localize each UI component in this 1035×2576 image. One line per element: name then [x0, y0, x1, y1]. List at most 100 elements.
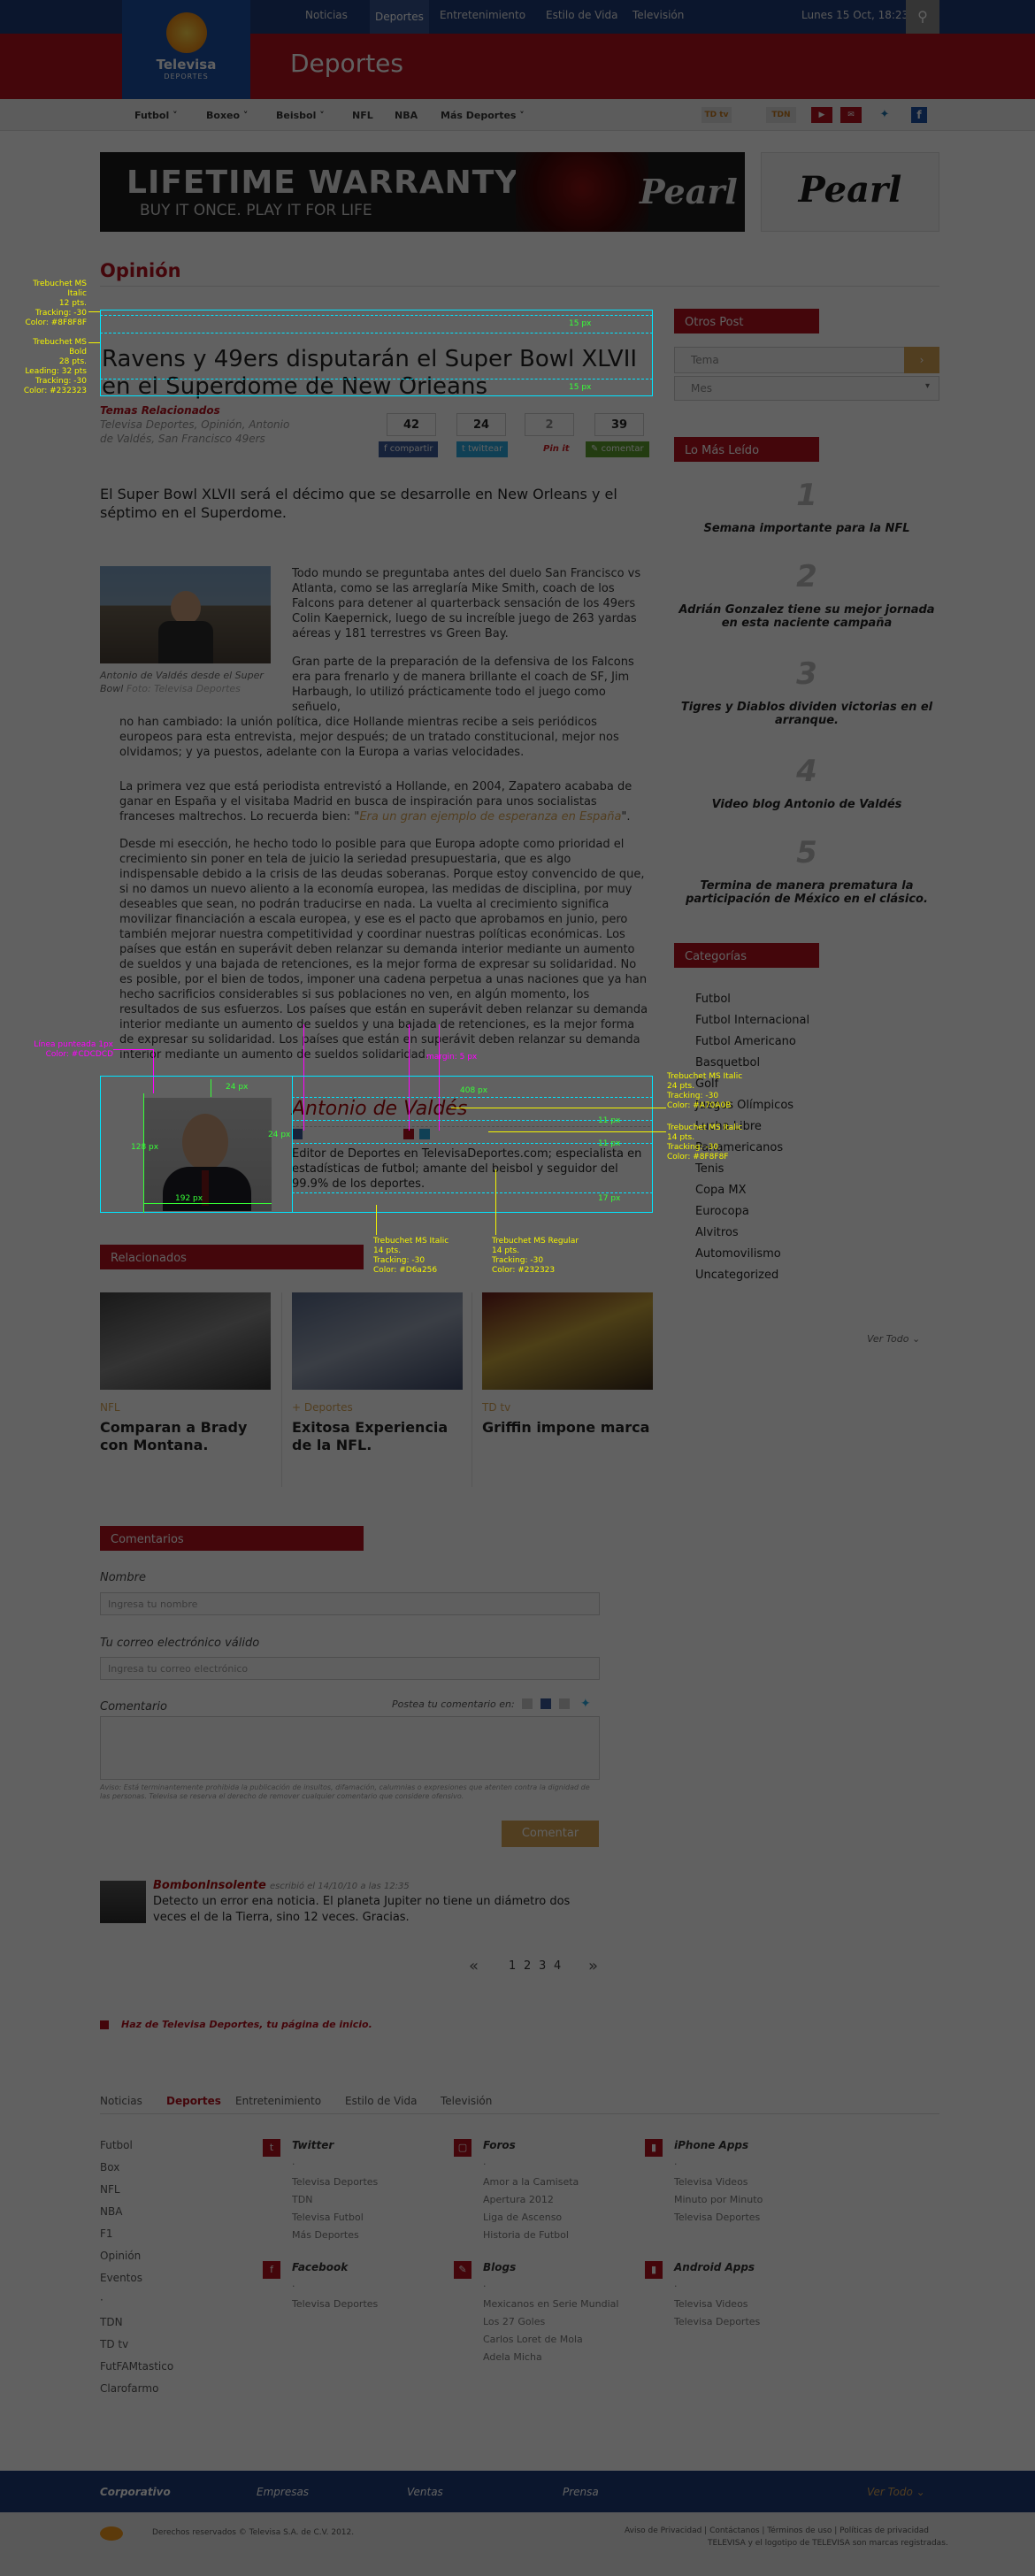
rank-item-5[interactable]: 5 Termina de manera prematura la particip…: [674, 835, 939, 906]
footer-left-link[interactable]: TD tv: [100, 2338, 128, 2350]
footer-left-link[interactable]: Futbol: [100, 2139, 133, 2151]
ver-todo-link[interactable]: Ver Todo ⌄: [867, 1333, 920, 1345]
comment-button[interactable]: ✎ comentar: [586, 441, 649, 457]
footer-nav-noticias[interactable]: Noticias: [100, 2095, 142, 2107]
footer-facebook-link[interactable]: ·: [292, 2281, 295, 2292]
footer-ver-todo[interactable]: Ver Todo ⌄: [867, 2486, 925, 2498]
mail-icon[interactable]: ✉: [840, 107, 862, 123]
tdtv-icon[interactable]: TD tv: [702, 107, 732, 123]
submit-comment-button[interactable]: Comentar: [502, 1821, 599, 1847]
comment-textarea[interactable]: [100, 1716, 600, 1780]
footer-foros-link[interactable]: Apertura 2012: [483, 2194, 554, 2205]
footer-iphone-link[interactable]: ·: [674, 2158, 678, 2170]
pin-it-button[interactable]: Pin it: [538, 441, 575, 457]
related-image-2[interactable]: [292, 1292, 463, 1390]
category-link[interactable]: Futbol: [695, 993, 731, 1006]
search-icon[interactable]: ⚲: [906, 0, 939, 34]
footer-nav-television[interactable]: Televisión: [441, 2095, 492, 2107]
pagination-next[interactable]: »: [588, 1957, 598, 1975]
go-arrow-icon[interactable]: ›: [904, 347, 939, 373]
topnav-estilo[interactable]: Estilo de Vida: [546, 9, 617, 21]
related-title-3[interactable]: Griffin impone marca: [482, 1419, 650, 1437]
pagination-3[interactable]: 3: [539, 1959, 546, 1973]
footer-foros-link[interactable]: Liga de Ascenso: [483, 2212, 562, 2223]
ad-banner[interactable]: LIFETIME WARRANTY BUY IT ONCE. PLAY IT F…: [100, 152, 745, 232]
footer-iphone-link[interactable]: Minuto por Minuto: [674, 2194, 763, 2205]
footer-nav-deportes[interactable]: Deportes: [166, 2095, 221, 2107]
related-image-3[interactable]: [482, 1292, 653, 1390]
footer-iphone-link[interactable]: Televisa Videos: [674, 2176, 748, 2188]
footer-blogs-link[interactable]: Adela Micha: [483, 2351, 542, 2363]
footer-nav-entretenimiento[interactable]: Entretenimiento: [235, 2095, 321, 2107]
footer-twitter-link[interactable]: Más Deportes: [292, 2229, 359, 2241]
footer-android-link[interactable]: ·: [674, 2281, 678, 2292]
category-link[interactable]: Automovilismo: [695, 1247, 781, 1261]
category-link[interactable]: Eurocopa: [695, 1205, 749, 1218]
footer-left-link[interactable]: Box: [100, 2161, 119, 2174]
pagination-1[interactable]: 1: [509, 1959, 516, 1973]
footer-left-link[interactable]: Clarofarmo: [100, 2382, 158, 2395]
footer-facebook-link[interactable]: Televisa Deportes: [292, 2298, 378, 2310]
pagination-prev[interactable]: «: [469, 1957, 479, 1975]
footer-left-link[interactable]: ·: [100, 2294, 104, 2306]
subnav-beisbol[interactable]: Beisbol ˅: [276, 110, 325, 121]
footer-foros-link[interactable]: Historia de Futbol: [483, 2229, 569, 2241]
rank-item-1[interactable]: 1 Semana importante para la NFL: [674, 478, 939, 535]
footer-twitter-link[interactable]: ·: [292, 2158, 295, 2170]
related-title-1[interactable]: Comparan a Brady con Montana.: [100, 1419, 268, 1454]
legal-links[interactable]: Aviso de Privacidad | Contáctanos | Térm…: [625, 2526, 929, 2535]
footer-blogs-link[interactable]: Mexicanos en Serie Mundial: [483, 2298, 618, 2310]
related-title-2[interactable]: Exitosa Experiencia de la NFL.: [292, 1419, 460, 1454]
footer-left-link[interactable]: Opinión: [100, 2250, 141, 2262]
footer-left-link[interactable]: FutFAMtastico: [100, 2360, 173, 2373]
tdn-icon[interactable]: TDN: [766, 107, 796, 123]
footer-nav-estilo[interactable]: Estilo de Vida: [345, 2095, 417, 2107]
footer-twitter-link[interactable]: TDN: [292, 2194, 312, 2205]
footer-empresas[interactable]: Empresas: [257, 2486, 309, 2498]
topnav-television[interactable]: Televisión: [632, 9, 684, 21]
facebook-icon[interactable]: [540, 1698, 551, 1709]
topnav-deportes[interactable]: Deportes: [370, 0, 429, 34]
footer-twitter-link[interactable]: Televisa Futbol: [292, 2212, 364, 2223]
footer-prensa[interactable]: Prensa: [563, 2486, 599, 2498]
subnav-nfl[interactable]: NFL: [352, 110, 373, 121]
facebook-icon[interactable]: f: [911, 107, 927, 123]
category-link[interactable]: Futbol Americano: [695, 1035, 796, 1048]
footer-twitter-link[interactable]: Televisa Deportes: [292, 2176, 378, 2188]
category-link[interactable]: Copa MX: [695, 1184, 747, 1197]
footer-android-link[interactable]: Televisa Videos: [674, 2298, 748, 2310]
inline-link[interactable]: Era un gran ejemplo de esperanza en Espa…: [359, 810, 621, 824]
related-image-1[interactable]: [100, 1292, 271, 1390]
ad-side[interactable]: Pearl: [761, 152, 939, 232]
category-link[interactable]: Futbol Internacional: [695, 1014, 809, 1027]
televisa-logo[interactable]: Televisa DEPORTES: [122, 0, 250, 99]
footer-left-link[interactable]: Eventos: [100, 2272, 142, 2284]
subnav-nba[interactable]: NBA: [395, 110, 418, 121]
related-cat-1[interactable]: NFL: [100, 1401, 120, 1414]
tema-select[interactable]: Tema: [674, 347, 939, 373]
mes-select[interactable]: Mes: [674, 376, 939, 401]
generic-social-icon[interactable]: [559, 1698, 570, 1709]
twitter-icon[interactable]: ✦: [874, 107, 895, 123]
topnav-entretenimiento[interactable]: Entretenimiento: [440, 9, 525, 21]
topnav-noticias[interactable]: Noticias: [305, 9, 348, 21]
email-input[interactable]: Ingresa tu correo electrónico: [100, 1657, 600, 1680]
footer-left-link[interactable]: F1: [100, 2227, 113, 2240]
subnav-boxeo[interactable]: Boxeo ˅: [206, 110, 248, 121]
twitter-icon[interactable]: ✦: [580, 1697, 591, 1711]
make-home-link[interactable]: Haz de Televisa Deportes, tu página de i…: [121, 2019, 372, 2030]
related-cat-2[interactable]: + Deportes: [292, 1401, 353, 1414]
share-facebook-button[interactable]: f compartir: [379, 441, 439, 457]
subnav-mas-deportes[interactable]: Más Deportes ˅: [441, 110, 525, 121]
youtube-icon[interactable]: ▶: [811, 107, 832, 123]
footer-foros-link[interactable]: Amor a la Camiseta: [483, 2176, 579, 2188]
footer-foros-link[interactable]: ·: [483, 2158, 487, 2170]
rank-item-4[interactable]: 4 Video blog Antonio de Valdés: [674, 754, 939, 811]
related-topics[interactable]: Televisa Deportes, Opinión, Antonio de V…: [100, 418, 303, 446]
name-input[interactable]: Ingresa tu nombre: [100, 1592, 600, 1615]
footer-left-link[interactable]: TDN: [100, 2316, 123, 2328]
footer-blogs-link[interactable]: ·: [483, 2281, 487, 2292]
comment-user[interactable]: Bombonlnsolente: [153, 1879, 266, 1892]
footer-left-link[interactable]: NBA: [100, 2205, 122, 2218]
pagination-4[interactable]: 4: [554, 1959, 561, 1973]
